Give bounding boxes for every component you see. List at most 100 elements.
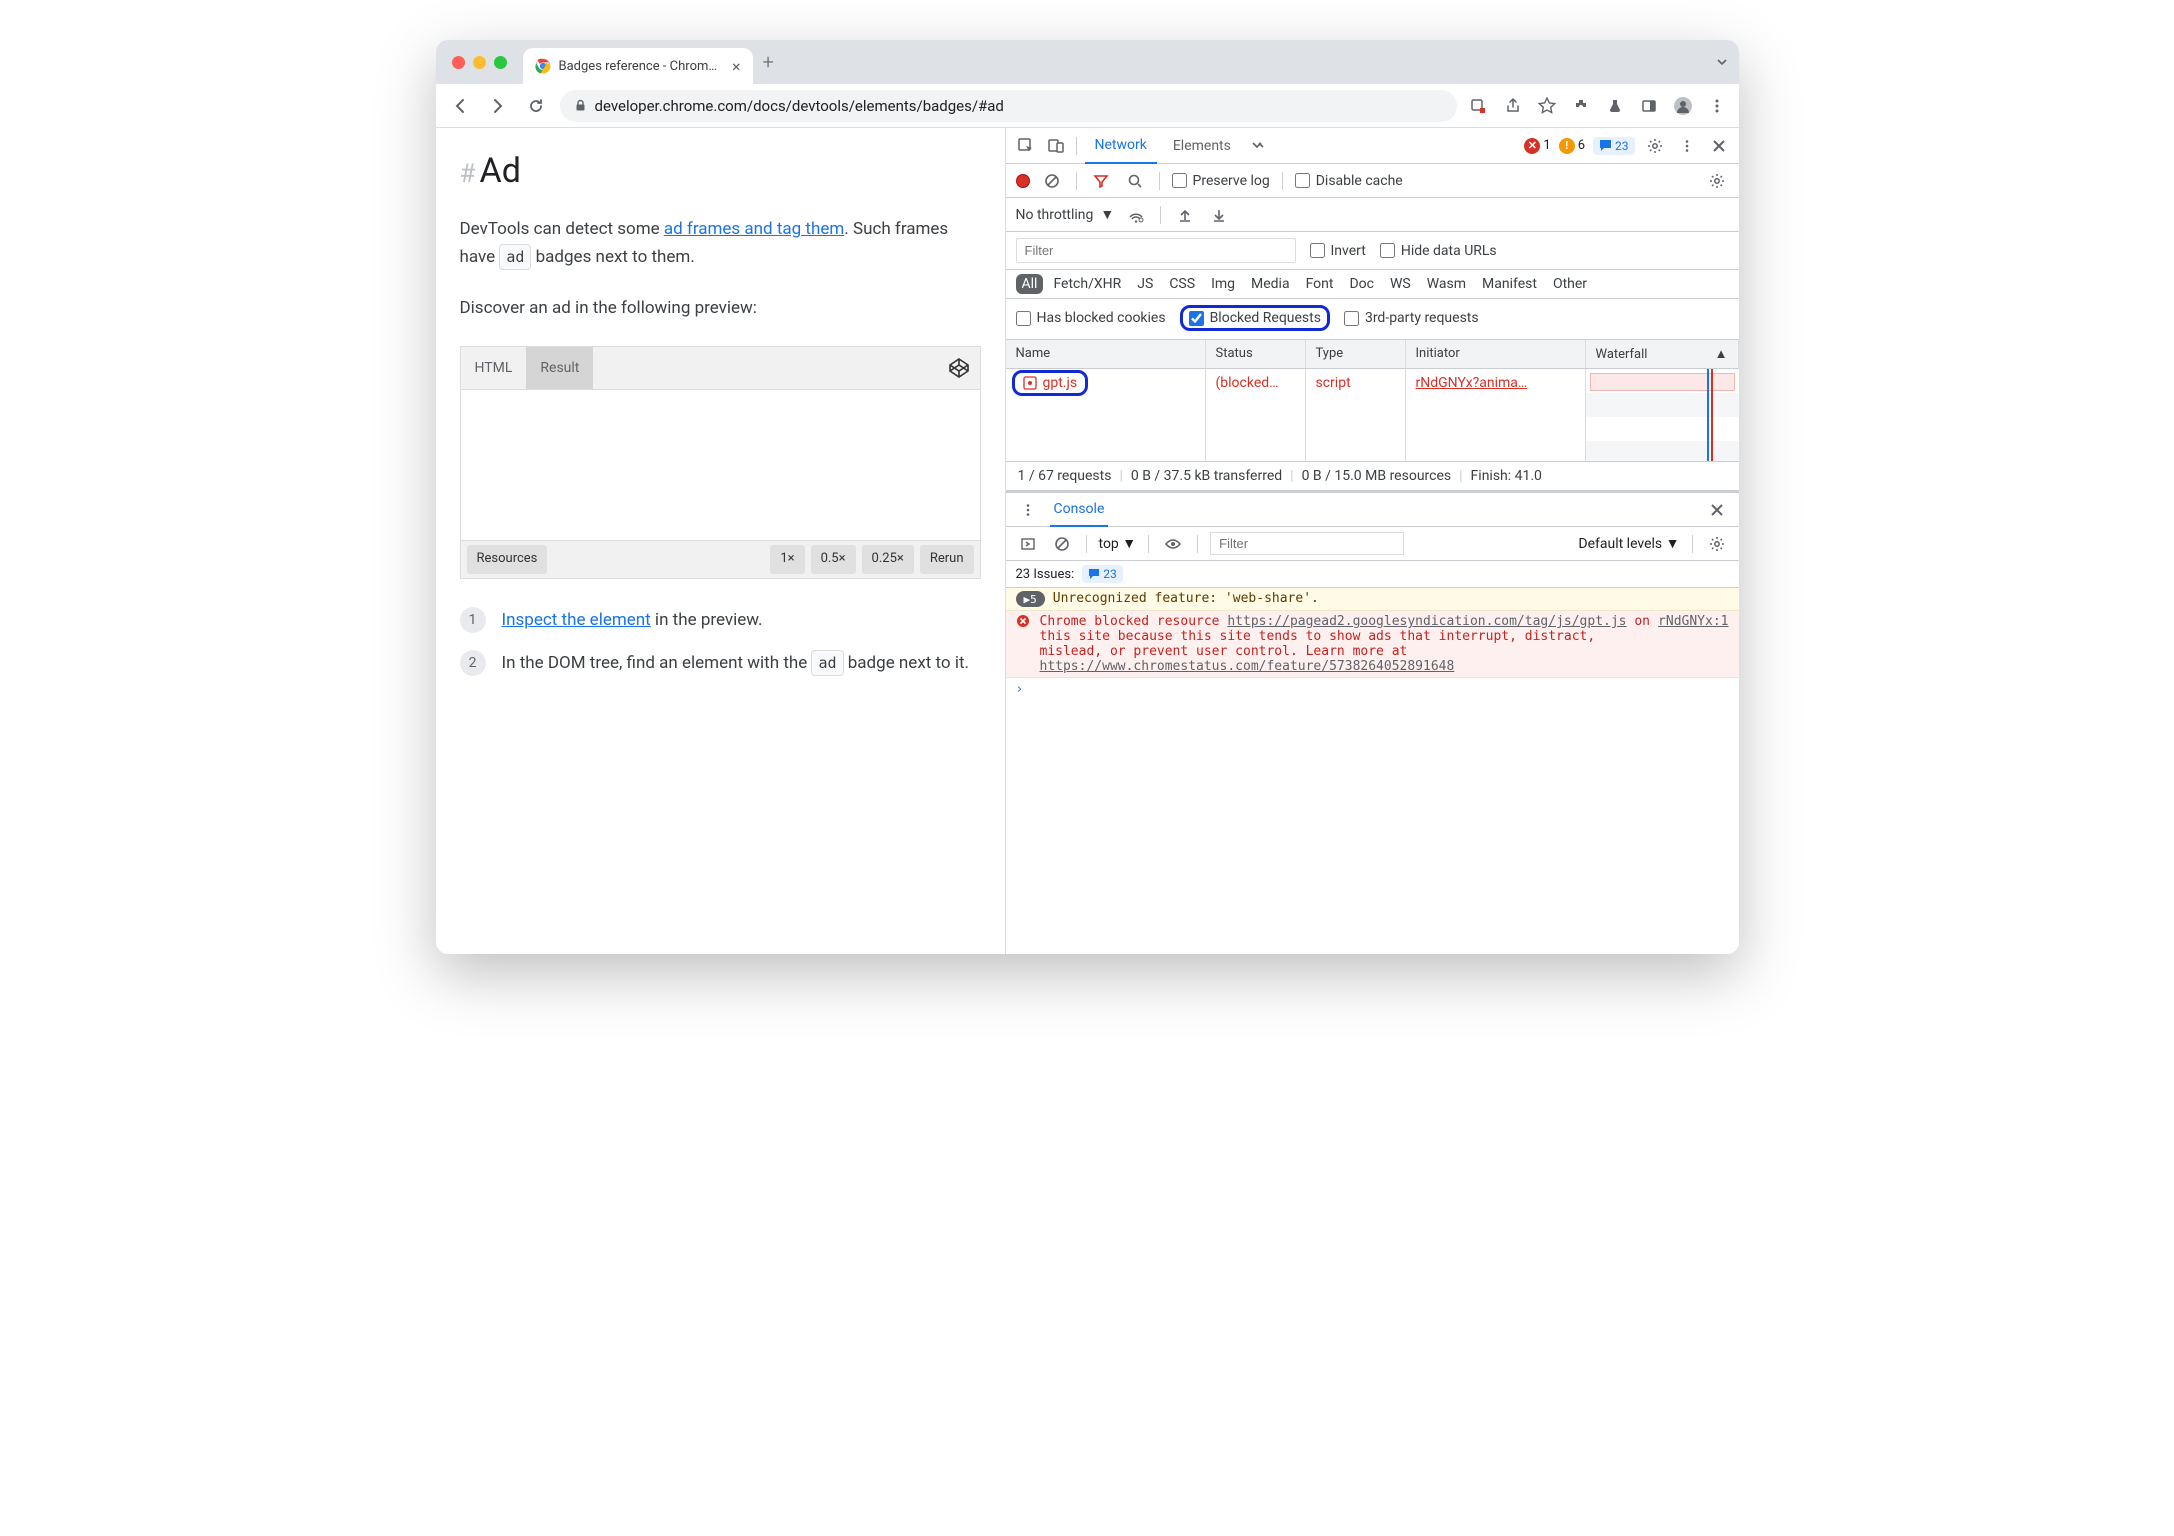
tabs-chevron-icon[interactable] <box>1715 55 1729 69</box>
browser-tab[interactable]: Badges reference - Chrome De × <box>523 48 753 84</box>
preserve-log-checkbox[interactable]: Preserve log <box>1172 173 1270 189</box>
warnings-badge[interactable]: !6 <box>1559 138 1585 154</box>
request-name-highlight: gpt.js <box>1012 370 1089 396</box>
type-wasm[interactable]: Wasm <box>1421 274 1472 294</box>
col-name[interactable]: Name <box>1006 340 1206 368</box>
type-all[interactable]: All <box>1016 274 1044 294</box>
live-expression-icon[interactable] <box>1161 532 1185 556</box>
issues-count-badge[interactable]: 23 <box>1082 565 1123 583</box>
close-drawer-icon[interactable] <box>1705 498 1729 522</box>
type-css[interactable]: CSS <box>1163 274 1201 294</box>
blocked-requests-checkbox[interactable]: Blocked Requests <box>1189 310 1321 326</box>
extensions-icon[interactable] <box>1569 94 1593 118</box>
close-devtools-icon[interactable] <box>1707 134 1731 158</box>
inspect-element-link[interactable]: Inspect the element <box>502 610 651 630</box>
type-fetchxhr[interactable]: Fetch/XHR <box>1047 274 1127 294</box>
third-party-checkbox[interactable]: 3rd-party requests <box>1344 310 1479 326</box>
back-button[interactable] <box>446 92 474 120</box>
blocked-url-link[interactable]: https://pagead2.googlesyndication.com/ta… <box>1227 614 1626 629</box>
tab-elements[interactable]: Elements <box>1163 128 1241 164</box>
context-selector[interactable]: top ▼ <box>1099 535 1137 552</box>
codepen-resources[interactable]: Resources <box>467 545 548 574</box>
col-type[interactable]: Type <box>1306 340 1406 368</box>
record-button[interactable] <box>1016 174 1030 188</box>
errors-badge[interactable]: ✕1 <box>1524 138 1550 154</box>
blocked-cookies-checkbox[interactable]: Has blocked cookies <box>1016 310 1166 326</box>
new-tab-button[interactable]: + <box>763 50 774 74</box>
console-warning[interactable]: ▶ 5 Unrecognized feature: 'web-share'. <box>1006 588 1739 611</box>
type-js[interactable]: JS <box>1131 274 1159 294</box>
window-close[interactable] <box>452 56 465 69</box>
inspect-icon[interactable] <box>1014 134 1038 158</box>
tab-console[interactable]: Console <box>1050 493 1109 527</box>
menu-icon[interactable] <box>1705 94 1729 118</box>
lock-icon <box>574 99 587 112</box>
download-har-icon[interactable] <box>1207 203 1231 227</box>
type-other[interactable]: Other <box>1547 274 1593 294</box>
tab-network[interactable]: Network <box>1085 128 1157 164</box>
network-filter-input[interactable] <box>1016 238 1296 263</box>
request-status: (blocked… <box>1206 369 1305 397</box>
sidepanel-icon[interactable] <box>1637 94 1661 118</box>
network-settings-icon[interactable] <box>1705 169 1729 193</box>
ad-frames-link[interactable]: ad frames and tag them <box>664 219 844 239</box>
request-row[interactable]: gpt.js <box>1006 369 1205 397</box>
profile-icon[interactable] <box>1671 94 1695 118</box>
codepen-05x[interactable]: 0.5× <box>811 545 856 574</box>
codepen-tab-result[interactable]: Result <box>526 347 593 389</box>
codepen-logo-icon[interactable] <box>948 357 970 379</box>
settings-icon[interactable] <box>1643 134 1667 158</box>
type-media[interactable]: Media <box>1245 274 1296 294</box>
disable-cache-checkbox[interactable]: Disable cache <box>1295 173 1403 189</box>
codepen-tab-html[interactable]: HTML <box>461 347 527 389</box>
window-zoom[interactable] <box>494 56 507 69</box>
close-icon[interactable]: × <box>732 57 741 76</box>
kebab-icon[interactable] <box>1675 134 1699 158</box>
more-tabs-icon[interactable] <box>1247 134 1271 158</box>
type-manifest[interactable]: Manifest <box>1476 274 1543 294</box>
error-source-link[interactable]: rNdGNYx:1 <box>1658 614 1728 674</box>
request-initiator[interactable]: rNdGNYx?anima… <box>1406 369 1585 397</box>
reload-button[interactable] <box>522 92 550 120</box>
translate-icon[interactable] <box>1467 94 1491 118</box>
type-img[interactable]: Img <box>1205 274 1241 294</box>
network-status-bar: 1 / 67 requests| 0 B / 37.5 kB transferr… <box>1006 461 1739 491</box>
chrome-icon <box>535 58 551 74</box>
type-ws[interactable]: WS <box>1384 274 1417 294</box>
type-font[interactable]: Font <box>1300 274 1340 294</box>
share-icon[interactable] <box>1501 94 1525 118</box>
col-waterfall[interactable]: Waterfall▲ <box>1586 340 1739 368</box>
search-icon[interactable] <box>1123 169 1147 193</box>
col-status[interactable]: Status <box>1206 340 1306 368</box>
invert-checkbox[interactable]: Invert <box>1310 243 1366 259</box>
bookmark-icon[interactable] <box>1535 94 1559 118</box>
request-type: script <box>1306 369 1405 397</box>
console-sidebar-icon[interactable] <box>1016 532 1040 556</box>
hide-data-urls-checkbox[interactable]: Hide data URLs <box>1380 243 1497 259</box>
upload-har-icon[interactable] <box>1173 203 1197 227</box>
console-prompt[interactable]: › <box>1006 678 1739 701</box>
console-filter-input[interactable] <box>1210 532 1404 555</box>
col-initiator[interactable]: Initiator <box>1406 340 1586 368</box>
filter-icon[interactable] <box>1089 169 1113 193</box>
codepen-1x[interactable]: 1× <box>770 545 804 574</box>
window-minimize[interactable] <box>473 56 486 69</box>
device-icon[interactable] <box>1044 134 1068 158</box>
messages-badge[interactable]: 23 <box>1593 137 1635 155</box>
forward-button[interactable] <box>484 92 512 120</box>
console-clear-icon[interactable] <box>1050 532 1074 556</box>
log-levels-dropdown[interactable]: Default levels ▼ <box>1578 535 1679 552</box>
console-error[interactable]: Chrome blocked resource https://pagead2.… <box>1006 611 1739 678</box>
learn-more-link[interactable]: https://www.chromestatus.com/feature/573… <box>1040 659 1455 674</box>
console-settings-icon[interactable] <box>1705 532 1729 556</box>
throttling-dropdown[interactable]: No throttling ▼ <box>1016 206 1115 223</box>
address-bar[interactable]: developer.chrome.com/docs/devtools/eleme… <box>560 90 1457 122</box>
codepen-embed: HTML Result Resources 1× 0.5× 0.25× Reru… <box>460 346 981 579</box>
network-conditions-icon[interactable] <box>1124 203 1148 227</box>
type-doc[interactable]: Doc <box>1343 274 1380 294</box>
codepen-rerun[interactable]: Rerun <box>920 545 974 574</box>
labs-icon[interactable] <box>1603 94 1627 118</box>
clear-icon[interactable] <box>1040 169 1064 193</box>
console-kebab-icon[interactable] <box>1016 498 1040 522</box>
codepen-025x[interactable]: 0.25× <box>862 545 914 574</box>
